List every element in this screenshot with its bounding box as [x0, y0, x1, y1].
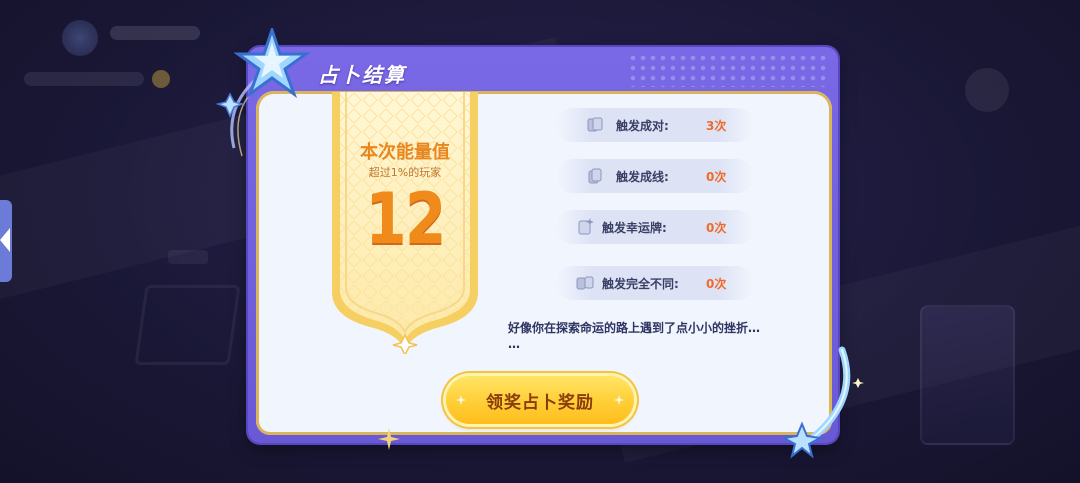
card-line-icon [588, 168, 602, 184]
background-profile-icon [965, 68, 1009, 112]
background-card [920, 305, 1015, 445]
different-cards-icon [576, 276, 594, 290]
moon-decoration-icon [780, 346, 864, 459]
energy-title: 本次能量值 [360, 142, 450, 163]
card-pair-icon [587, 117, 603, 132]
stat-label: 触发幸运牌: [602, 221, 667, 235]
energy-banner: 本次能量值 超过1%的玩家 12 [330, 92, 480, 354]
sparkle-icon [456, 395, 466, 405]
background-card [134, 285, 241, 365]
sparkle-icon [614, 395, 624, 405]
background-avatar [62, 20, 98, 56]
claim-reward-button[interactable]: 领奖占卜奖励 [446, 376, 634, 424]
header-pattern [628, 53, 828, 87]
sparkle-icon [378, 428, 400, 450]
background-coin-icon [152, 70, 170, 88]
stat-row-different: 触发完全不同: 0次 [556, 266, 754, 300]
stat-row-lucky: 触发幸运牌: 0次 [556, 210, 754, 244]
stat-value: 0次 [706, 221, 727, 235]
stat-label: 触发完全不同: [602, 277, 679, 291]
stat-value: 0次 [706, 170, 727, 184]
stat-label: 触发成对: [616, 119, 669, 133]
background-player-name [110, 26, 200, 40]
claim-reward-label: 领奖占卜奖励 [486, 392, 594, 413]
collapse-arrow-icon [0, 228, 10, 252]
stat-row-line: 触发成线: 0次 [556, 159, 754, 193]
stat-value: 3次 [706, 119, 727, 133]
star-decoration-icon [215, 28, 311, 157]
background-player-info [24, 72, 144, 86]
lucky-card-icon [578, 218, 594, 235]
energy-value: 12 [365, 178, 446, 260]
stat-row-pair: 触发成对: 3次 [556, 108, 754, 142]
stat-value: 0次 [706, 277, 727, 291]
result-message: 好像你在探索命运的路上遇到了点小小的挫折… … [508, 321, 761, 351]
background-label [168, 250, 208, 264]
stat-label: 触发成线: [616, 170, 669, 184]
